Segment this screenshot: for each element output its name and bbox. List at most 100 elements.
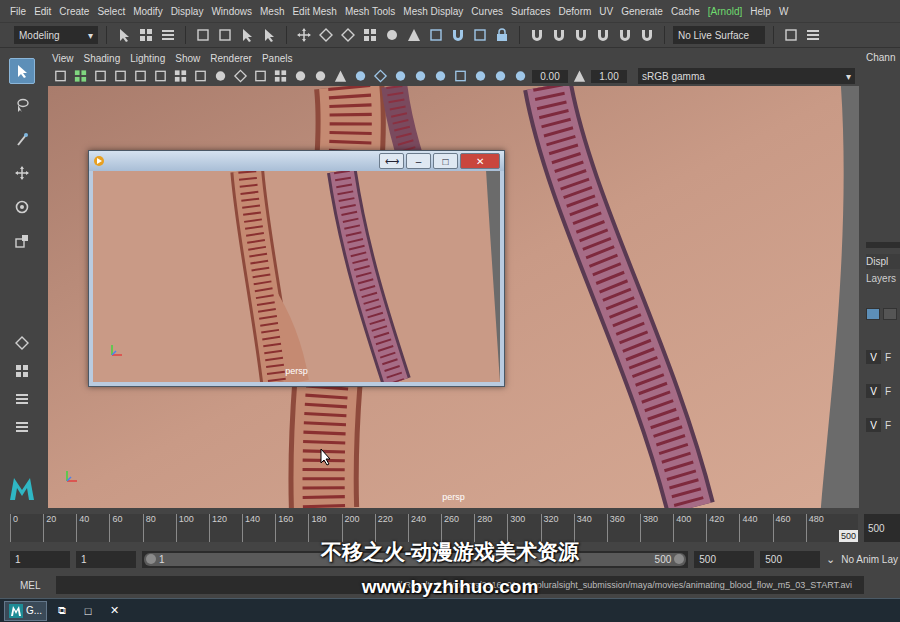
arrow-icon[interactable]	[239, 27, 255, 43]
menu-item[interactable]: File	[10, 6, 26, 17]
panel-button[interactable]	[432, 68, 449, 85]
anim-layer-arrow[interactable]: ⌄	[826, 553, 835, 566]
panel-button[interactable]	[152, 68, 169, 85]
magnet-icon[interactable]	[639, 27, 655, 43]
status-button[interactable]	[137, 26, 155, 44]
panel-button[interactable]	[192, 68, 209, 85]
render-window[interactable]: ⟷–□✕persp	[88, 150, 505, 387]
layer-row[interactable]: VF	[866, 350, 900, 364]
status-button[interactable]	[616, 26, 634, 44]
magnet-icon[interactable]	[595, 27, 611, 43]
menu-item[interactable]: [Arnold]	[708, 6, 742, 17]
tri-icon[interactable]	[333, 68, 348, 84]
status-button[interactable]	[427, 26, 445, 44]
box-icon[interactable]	[472, 27, 488, 43]
circle-icon[interactable]	[413, 68, 428, 84]
window-button[interactable]: □	[433, 153, 458, 169]
gamma-icon[interactable]	[572, 68, 587, 84]
menu-item[interactable]: Windows	[211, 6, 252, 17]
close-button[interactable]: ✕	[460, 153, 500, 169]
menu-item[interactable]: Mesh Tools	[345, 6, 395, 17]
arrow-icon[interactable]	[116, 27, 132, 43]
render-view-icon[interactable]	[783, 27, 799, 43]
status-button[interactable]	[339, 26, 357, 44]
layer-editor-tab[interactable]: Displ	[866, 254, 900, 269]
tri-icon[interactable]	[406, 27, 422, 43]
status-button[interactable]	[295, 26, 313, 44]
circle-icon[interactable]	[393, 68, 408, 84]
arrow-icon[interactable]	[14, 63, 30, 79]
menu-item[interactable]: Modify	[133, 6, 162, 17]
status-button[interactable]	[782, 26, 800, 44]
render-window-title-bar[interactable]: ⟷–□✕	[89, 151, 504, 171]
panel-button[interactable]	[412, 68, 429, 85]
panel-button[interactable]	[512, 68, 529, 85]
circle-icon[interactable]	[353, 68, 368, 84]
menu-item[interactable]: Help	[750, 6, 771, 17]
menu-item[interactable]: Edit	[34, 6, 51, 17]
menu-item[interactable]: W	[779, 6, 788, 17]
box-icon[interactable]	[195, 27, 211, 43]
taskbar-app[interactable]: G...	[4, 601, 47, 621]
single-view-icon[interactable]	[14, 335, 30, 351]
viewport-canvas[interactable]: persp⟷–□✕persp	[48, 86, 859, 508]
panel-menu-item[interactable]: Lighting	[130, 53, 165, 64]
move-icon[interactable]	[14, 165, 30, 181]
lock-icon[interactable]	[494, 27, 510, 43]
grid-icon[interactable]	[362, 27, 378, 43]
panel-button[interactable]	[72, 68, 89, 85]
magnet-icon[interactable]	[450, 27, 466, 43]
taskbar-button[interactable]: □	[77, 605, 99, 617]
circle-icon[interactable]	[213, 68, 228, 84]
range-slider-fill[interactable]: 1500	[144, 553, 686, 566]
circle-icon[interactable]	[433, 68, 448, 84]
menu-item[interactable]: Mesh	[260, 6, 284, 17]
box-icon[interactable]	[93, 68, 108, 84]
panel-menu-item[interactable]: Show	[175, 53, 200, 64]
circle-icon[interactable]	[293, 68, 308, 84]
layer-button[interactable]	[866, 308, 880, 320]
scale-icon[interactable]	[14, 233, 30, 249]
taskbar-button[interactable]: ⧉	[51, 604, 73, 617]
circle-icon[interactable]	[513, 68, 528, 84]
outliner-icon[interactable]	[14, 419, 30, 435]
magnet-icon[interactable]	[551, 27, 567, 43]
taskbar-button[interactable]: ✕	[103, 604, 125, 617]
tool-button[interactable]	[9, 160, 35, 186]
mode-dropdown[interactable]: Modeling▾	[14, 26, 98, 44]
circle-icon[interactable]	[473, 68, 488, 84]
status-button[interactable]	[471, 26, 489, 44]
split-view-icon[interactable]	[14, 391, 30, 407]
channel-box-title[interactable]: Chann	[866, 52, 895, 63]
status-button[interactable]	[115, 26, 133, 44]
panel-button[interactable]	[172, 68, 189, 85]
timeline-ruler[interactable]: 0204060801001201401601802002202402602803…	[10, 514, 858, 542]
panel-menu-item[interactable]: Renderer	[210, 53, 252, 64]
end-time-field[interactable]: 500	[760, 551, 820, 568]
box-icon[interactable]	[217, 27, 233, 43]
rotate-icon[interactable]	[14, 199, 30, 215]
panel-menu-item[interactable]: Panels	[262, 53, 293, 64]
panel-button[interactable]	[272, 68, 289, 85]
status-button[interactable]	[317, 26, 335, 44]
tool-button[interactable]	[9, 194, 35, 220]
window-button[interactable]: ⟷	[379, 153, 404, 169]
panel-button[interactable]	[452, 68, 469, 85]
anim-layer-field[interactable]: No Anim Lay	[841, 554, 900, 565]
circle-icon[interactable]	[493, 68, 508, 84]
panel-button[interactable]	[112, 68, 129, 85]
panel-button[interactable]	[92, 68, 109, 85]
current-frame[interactable]: 500	[839, 530, 858, 542]
tool-button[interactable]	[9, 228, 35, 254]
box-icon[interactable]	[453, 68, 468, 84]
range-slider[interactable]: 1500	[142, 551, 688, 568]
magnet-icon[interactable]	[617, 27, 633, 43]
layout-button[interactable]	[11, 416, 33, 438]
layout-button[interactable]	[11, 360, 33, 382]
status-button[interactable]	[405, 26, 423, 44]
menu-item[interactable]: Cache	[671, 6, 700, 17]
grid-icon[interactable]	[273, 68, 288, 84]
diamond-icon[interactable]	[233, 68, 248, 84]
script-language[interactable]: MEL	[20, 580, 50, 591]
status-button[interactable]	[572, 26, 590, 44]
